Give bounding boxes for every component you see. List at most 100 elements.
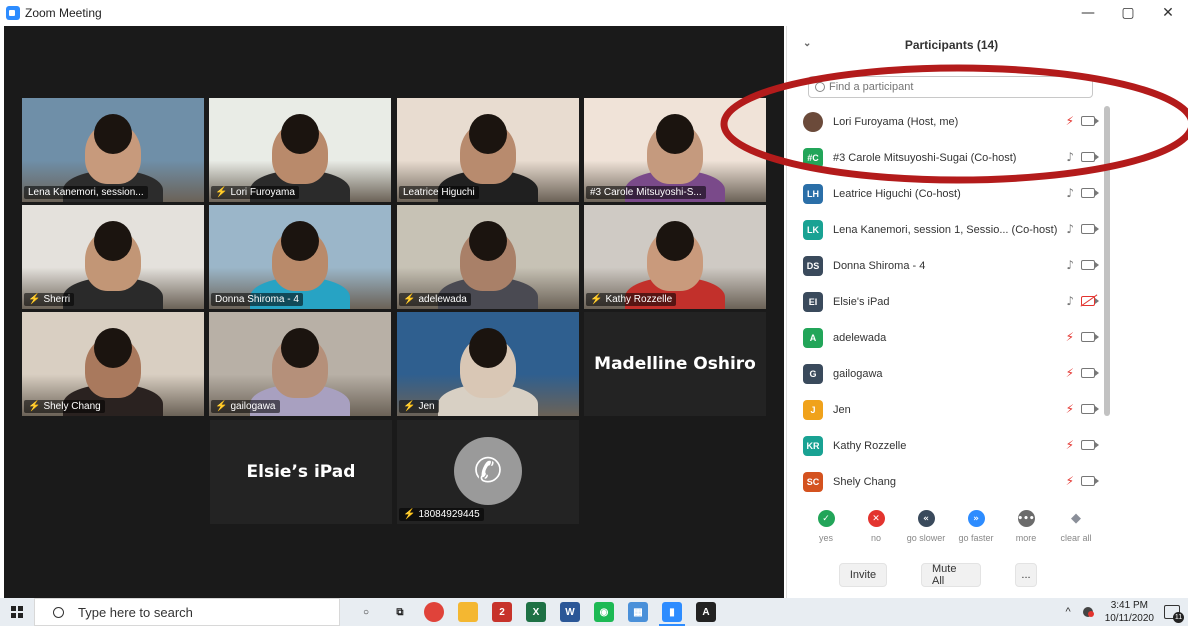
avatar: DS	[803, 256, 823, 276]
video-tile[interactable]: ⚡ Lori Furoyama	[209, 98, 391, 202]
camera-icon[interactable]	[1081, 116, 1099, 126]
tile-nametag: ⚡ Shely Chang	[24, 400, 105, 413]
video-tile-phone[interactable]: ✆ ⚡ 18084929445	[397, 420, 579, 524]
avatar: SC	[803, 472, 823, 492]
video-tile[interactable]: ⚡ Jen	[397, 312, 579, 416]
mic-icon[interactable]: ♪	[1066, 295, 1074, 307]
camera-icon[interactable]	[1081, 224, 1099, 234]
restore-button[interactable]: ▢	[1108, 0, 1148, 26]
video-tile[interactable]: ⚡ gailogawa	[209, 312, 391, 416]
participant-row[interactable]: J Jen ⚡	[787, 392, 1109, 428]
spotify-icon[interactable]: ◉	[594, 602, 614, 622]
camera-icon[interactable]	[1081, 332, 1099, 342]
participant-face	[272, 328, 328, 398]
acrobat-icon[interactable]: A	[696, 602, 716, 622]
reaction-yes[interactable]: ✓ yes	[801, 510, 851, 543]
zoom-icon[interactable]: ▮	[659, 602, 685, 626]
participant-row[interactable]: KR Kathy Rozzelle ⚡	[787, 428, 1109, 464]
word-icon[interactable]: W	[560, 602, 580, 622]
participant-row[interactable]: SC Shely Chang ⚡	[787, 464, 1109, 500]
reaction-more[interactable]: ••• more	[1001, 510, 1051, 543]
mic-muted-icon[interactable]: ⚡	[1066, 367, 1074, 379]
close-button[interactable]: ✕	[1148, 0, 1188, 26]
camera-icon[interactable]	[1081, 260, 1099, 270]
camera-icon[interactable]	[1081, 188, 1099, 198]
video-tile[interactable]: ⚡ Shely Chang	[22, 312, 204, 416]
task-view-icon[interactable]: ⧉	[390, 602, 410, 622]
reaction-clear-all[interactable]: ◆ clear all	[1051, 510, 1101, 543]
camera-icon[interactable]	[1081, 476, 1099, 486]
minimize-button[interactable]: —	[1068, 0, 1108, 26]
reaction-go-slower[interactable]: « go slower	[901, 510, 951, 543]
participant-row[interactable]: Ggailogawa ⚡	[787, 356, 1109, 392]
camera-icon[interactable]	[1081, 152, 1099, 162]
muted-mic-icon: ⚡	[590, 294, 603, 305]
video-tile[interactable]: Leatrice Higuchi	[397, 98, 579, 202]
chrome-icon[interactable]	[424, 602, 444, 622]
mic-muted-icon[interactable]: ⚡	[1066, 439, 1074, 451]
network-warning-icon[interactable]	[1081, 606, 1095, 618]
camera-icon[interactable]	[1081, 368, 1099, 378]
camera-off-icon[interactable]	[1081, 296, 1099, 306]
mic-icon[interactable]: ♪	[1066, 151, 1074, 163]
participant-face	[647, 114, 703, 184]
avatar	[803, 112, 823, 132]
mic-icon[interactable]: ♪	[1066, 223, 1074, 235]
video-tile[interactable]: ⚡ Sherri	[22, 205, 204, 309]
panel-title: Participants (14)	[904, 38, 999, 52]
excel-icon[interactable]: X	[526, 602, 546, 622]
participant-row[interactable]: Aadelewada ⚡	[787, 320, 1109, 356]
participant-row[interactable]: Lori Furoyama (Host, me) ⚡	[787, 104, 1109, 140]
collapse-icon[interactable]: ⌄	[803, 38, 811, 49]
reaction-no[interactable]: ✕ no	[851, 510, 901, 543]
system-tray: ^ 3:41 PM 10/11/2020 11	[1066, 598, 1188, 626]
notification-icon[interactable]: 11	[1164, 605, 1184, 623]
muted-mic-icon: ⚡	[215, 401, 228, 412]
mic-icon[interactable]: ♪	[1066, 187, 1074, 199]
tile-name: Lena Kanemori, session...	[28, 187, 144, 198]
mic-muted-icon[interactable]: ⚡	[1066, 475, 1074, 487]
show-hidden-icons[interactable]: ^	[1066, 606, 1071, 618]
participant-status-icons: ♪	[1066, 223, 1099, 235]
avatar: J	[803, 400, 823, 420]
start-button[interactable]	[0, 598, 34, 626]
video-tile[interactable]: Donna Shiroma - 4	[209, 205, 391, 309]
taskbar-search[interactable]: Type here to search	[34, 598, 340, 626]
participant-list-scrollbar[interactable]	[1104, 106, 1110, 416]
video-tile[interactable]: Lena Kanemori, session...	[22, 98, 204, 202]
video-tile[interactable]: #3 Carole Mitsuyoshi-S...	[584, 98, 766, 202]
mic-muted-icon[interactable]: ⚡	[1066, 115, 1074, 127]
video-tile[interactable]: ⚡ Kathy Rozzelle	[584, 205, 766, 309]
video-tile[interactable]: ⚡ adelewada	[397, 205, 579, 309]
video-tile-madelline[interactable]: Madelline Oshiro	[584, 312, 766, 416]
mic-muted-icon[interactable]: ⚡	[1066, 331, 1074, 343]
mic-muted-icon[interactable]: ⚡	[1066, 403, 1074, 415]
participant-row[interactable]: EI Elsie's iPad ♪	[787, 284, 1109, 320]
participant-row[interactable]: LK Lena Kanemori, session 1, Sessio... (C…	[787, 212, 1109, 248]
mute-all-button[interactable]: Mute All	[921, 563, 981, 587]
app-grid-icon[interactable]: ▦	[628, 602, 648, 622]
camera-icon[interactable]	[1081, 404, 1099, 414]
windows-taskbar: Type here to search ○ ⧉ 2 X W ◉ ▦ ▮ A ^ 3:41 PM …	[0, 598, 1188, 626]
cortana-icon[interactable]: ○	[356, 602, 376, 622]
video-tile-elsie[interactable]: Elsie’s iPad	[210, 420, 392, 524]
mic-icon[interactable]: ♪	[1066, 259, 1074, 271]
muted-mic-icon: ⚡	[215, 187, 228, 198]
search-input[interactable]	[829, 81, 1079, 93]
reaction-go-faster[interactable]: » go faster	[951, 510, 1001, 543]
clock[interactable]: 3:41 PM 10/11/2020	[1105, 599, 1154, 625]
more-options-button[interactable]: ...	[1015, 563, 1037, 587]
participant-name: Kathy Rozzelle	[833, 440, 907, 452]
app-red-icon[interactable]: 2	[492, 602, 512, 622]
invite-button[interactable]: Invite	[839, 563, 887, 587]
muted-mic-icon: ⚡	[403, 401, 416, 412]
file-explorer-icon[interactable]	[458, 602, 478, 622]
participant-status-icons: ⚡	[1066, 403, 1099, 415]
participant-status-icons: ⚡	[1066, 331, 1099, 343]
camera-icon[interactable]	[1081, 440, 1099, 450]
participant-row[interactable]: DS Donna Shiroma - 4 ♪	[787, 248, 1109, 284]
tile-name: Lori Furoyama	[230, 187, 295, 198]
participant-face	[272, 114, 328, 184]
participant-row[interactable]: #C #3 Carole Mitsuyoshi-Sugai (Co-host) ♪	[787, 140, 1109, 176]
participant-row[interactable]: LH Leatrice Higuchi (Co-host) ♪	[787, 176, 1109, 212]
